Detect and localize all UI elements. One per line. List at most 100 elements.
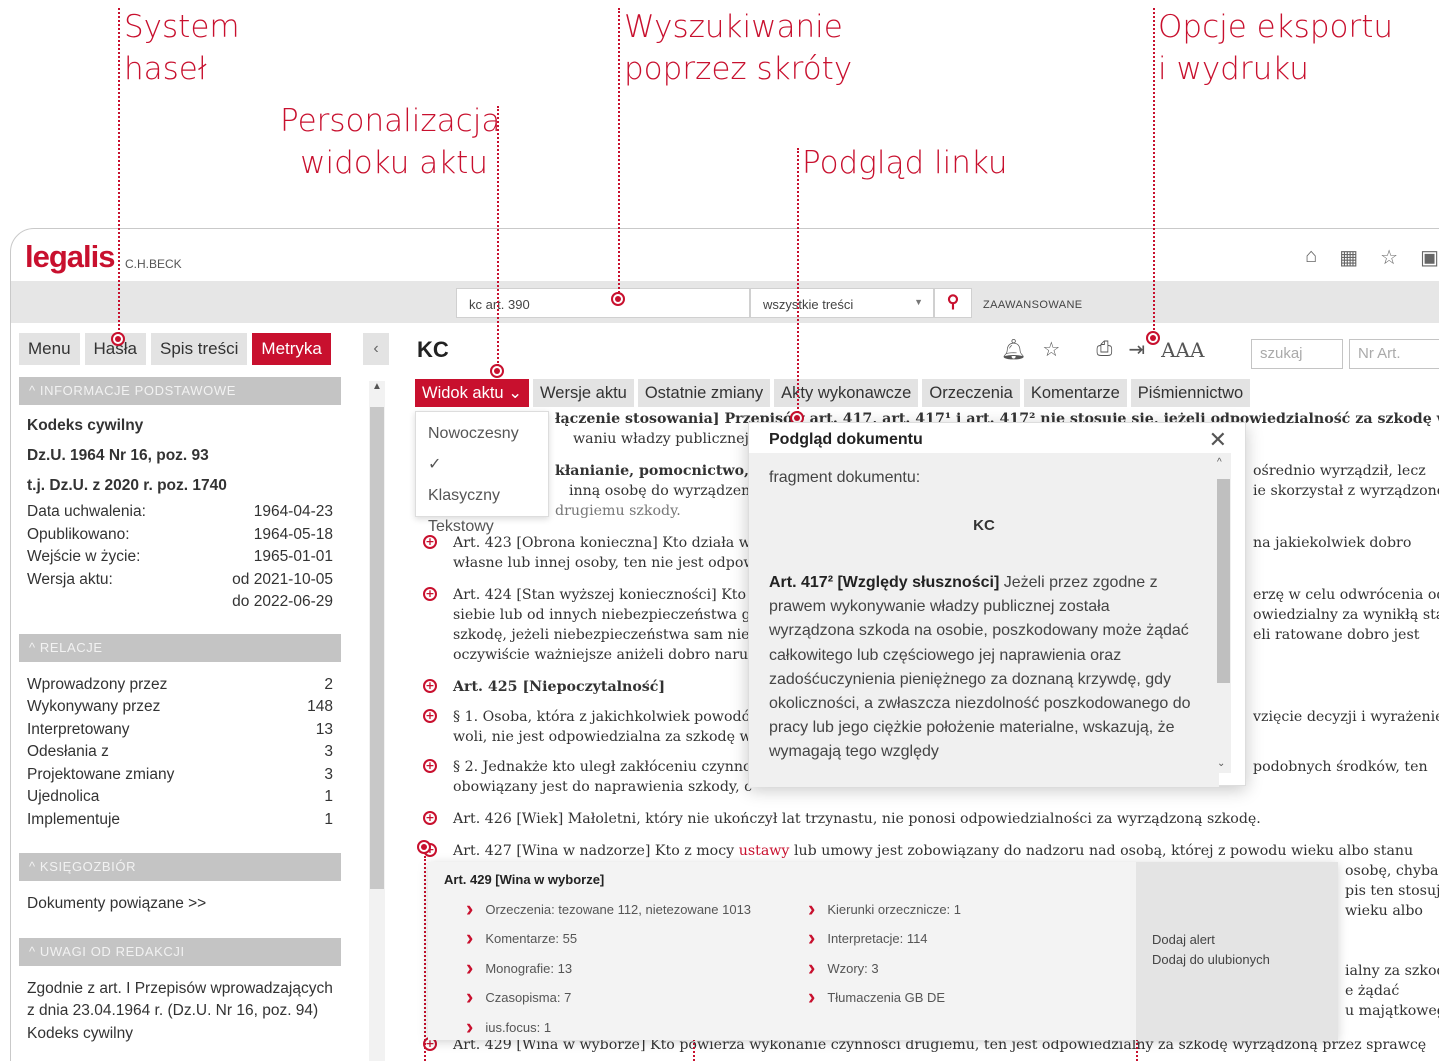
meta-version-to: do 2022-06-29	[27, 591, 341, 614]
panel-link[interactable]: Interpretacje: 114	[808, 923, 961, 952]
tab-literature[interactable]: Piśmiennictwo	[1130, 379, 1251, 407]
article-number-input[interactable]: Nr Art.	[1349, 339, 1439, 369]
search-scope-select[interactable]: wszystkie treści ▼	[750, 288, 934, 318]
add-alert-button[interactable]: Dodaj alert	[1152, 932, 1215, 947]
section-relations-header[interactable]: ^ RELACJE	[19, 633, 341, 662]
preview-text: Art. 417² [Względy słuszności] Jeżeli pr…	[769, 571, 1199, 765]
section-notes-header[interactable]: ^ UWAGI OD REDAKCJI	[19, 937, 341, 966]
view-option-modern[interactable]: Nowoczesny ✓	[428, 418, 536, 480]
article-text: na jakiekolwiek dobro	[1253, 535, 1412, 551]
panel-link[interactable]: Tłumaczenia GB DE	[808, 982, 961, 1011]
section-relations-title: RELACJE	[39, 639, 103, 655]
article-text: u majątkowego	[1345, 1003, 1439, 1019]
preview-scrollbar[interactable]: ^ ⌄	[1215, 453, 1231, 773]
scroll-thumb[interactable]	[1217, 479, 1230, 683]
sidebar-tab-metryka[interactable]: Metryka	[252, 333, 331, 365]
preview-label: fragment dokumentu:	[769, 469, 921, 486]
star-icon[interactable]: ☆	[1380, 245, 1398, 270]
panel-link[interactable]: Komentarze: 55	[466, 923, 751, 952]
panel-link[interactable]: Kierunki orzecznicze: 1	[808, 894, 961, 923]
print-icon[interactable]: ⎙	[1096, 338, 1112, 361]
expand-icon[interactable]: +	[423, 759, 437, 773]
document-toolbar: 🔔︎ ☆ ⎙ ⇥ AAA	[1001, 337, 1204, 362]
panel-link[interactable]: Monografie: 13	[466, 953, 751, 982]
advanced-search-link[interactable]: ZAAWANSOWANE	[983, 299, 1083, 311]
relation-row[interactable]: Wprowadzony przez 2	[27, 674, 341, 697]
expand-icon[interactable]: +	[423, 709, 437, 723]
preview-article-title: Art. 417² [Względy słuszności]	[769, 574, 1000, 591]
annotation-search-label: Wyszukiwanie poprzez skróty	[624, 9, 853, 87]
legalis-logo[interactable]: legalis	[25, 239, 115, 275]
panel-link[interactable]: Czasopisma: 7	[466, 982, 751, 1011]
find-in-document-input[interactable]: szukaj	[1251, 339, 1343, 369]
section-basic-header[interactable]: ^ INFORMACJE PODSTAWOWE	[19, 377, 341, 405]
search-input[interactable]: kc art. 390	[456, 288, 750, 318]
sidebar-tab-toc[interactable]: Spis treści	[151, 333, 248, 365]
annotation-export-line	[1153, 8, 1155, 338]
relation-row[interactable]: Projektowane zmiany 3	[27, 764, 341, 787]
export-icon[interactable]: ⇥	[1128, 337, 1145, 362]
annotation-personalize-line	[497, 106, 499, 366]
panel-column-2: Kierunki orzecznicze: 1 Interpretacje: 1…	[808, 894, 961, 1012]
panel-link[interactable]: Orzeczenia: tezowane 112, nietezowane 10…	[466, 894, 751, 923]
article-links-panel: Art. 429 [Wina w wyborze] Orzeczenia: te…	[428, 862, 1338, 1040]
tab-view-settings[interactable]: Widok aktu ⌄	[415, 379, 530, 407]
close-icon[interactable]: ✕	[1209, 427, 1227, 453]
home-icon[interactable]: ⌂	[1305, 245, 1317, 270]
section-library-header[interactable]: ^ KSIĘGOZBIÓR	[19, 853, 341, 881]
relation-row[interactable]: Implementuje 1	[27, 809, 341, 832]
article-text: erzę w celu odwrócenia od	[1253, 587, 1439, 603]
tab-commentaries[interactable]: Komentarze	[1023, 379, 1127, 407]
bell-icon[interactable]: 🔔︎	[1001, 337, 1026, 362]
expand-icon[interactable]: +	[423, 587, 437, 601]
tab-executive-acts[interactable]: Akty wykonawcze	[774, 379, 919, 407]
relation-count: 3	[324, 743, 333, 760]
annotation-personalize-label: Personalizacja widoku aktu	[280, 103, 501, 181]
chevron-down-icon: ▼	[914, 297, 923, 307]
tab-versions[interactable]: Wersje aktu	[533, 379, 634, 407]
calendar-icon[interactable]: ▦	[1339, 245, 1358, 270]
scroll-thumb[interactable]	[370, 407, 384, 889]
scroll-up-icon[interactable]: ▲	[372, 381, 382, 392]
font-size-control[interactable]: AAA	[1161, 338, 1204, 362]
relation-row[interactable]: Wykonywany przez 148	[27, 696, 341, 719]
collapse-sidebar-icon[interactable]: ‹	[363, 333, 389, 365]
tab-rulings[interactable]: Orzeczenia	[922, 379, 1020, 407]
article-link[interactable]: ustawy	[739, 843, 790, 859]
relation-count: 1	[324, 788, 333, 805]
expand-icon[interactable]: +	[423, 811, 437, 825]
add-favorite-button[interactable]: Dodaj do ulubionych	[1152, 952, 1270, 967]
annotation-personalize-marker	[490, 364, 504, 378]
notes-text: Zgodnie z art. I Przepisów wprowadzający…	[27, 979, 333, 1042]
relation-count: 2	[324, 675, 333, 693]
search-button[interactable]: ⚲	[934, 288, 972, 318]
relation-row[interactable]: Odesłania z 3	[27, 741, 341, 764]
preview-article-body: Jeżeli przez zgodne z prawem wykonywanie…	[769, 574, 1191, 761]
relation-label: Odesłania z	[27, 743, 109, 760]
preview-act: KC	[973, 517, 995, 534]
briefcase-icon[interactable]: ▣	[1420, 245, 1439, 270]
article-text: pis ten stosuje	[1345, 883, 1439, 899]
panel-link[interactable]: Wzory: 3	[808, 953, 961, 982]
panel-link[interactable]: ius.focus: 1	[466, 1012, 751, 1041]
article-text: wieku albo	[1345, 903, 1423, 919]
expand-icon[interactable]: +	[423, 679, 437, 693]
star-icon[interactable]: ☆	[1042, 337, 1060, 362]
sidebar-scrollbar[interactable]: ▲▼	[369, 381, 385, 1061]
relation-row[interactable]: Ujednolica 1	[27, 786, 341, 809]
relation-label: Implementuje	[27, 810, 121, 828]
document-title: KC	[417, 337, 449, 362]
view-option-classic[interactable]: Klasyczny	[428, 480, 536, 511]
related-docs-link[interactable]: Dokumenty powiązane >>	[19, 881, 341, 916]
tab-recent-changes[interactable]: Ostatnie zmiany	[637, 379, 771, 407]
scroll-down-icon[interactable]: ⌄	[1217, 758, 1225, 769]
relation-row[interactable]: Interpretowany 13	[27, 719, 341, 742]
act-journal: Dz.U. 1964 Nr 16, poz. 93	[27, 447, 209, 464]
section-notes-title: UWAGI OD REDAKCJI	[39, 943, 185, 959]
scroll-up-icon[interactable]: ^	[1217, 457, 1222, 468]
view-option-text[interactable]: Tekstowy	[428, 511, 536, 542]
sidebar-tab-menu[interactable]: Menu	[19, 333, 80, 365]
link-preview-popup: Podgląd dokumentu ✕ fragment dokumentu: …	[748, 422, 1246, 787]
section-library-title: KSIĘGOZBIÓR	[39, 859, 137, 874]
meta-value: od 2021-10-05	[232, 570, 333, 588]
